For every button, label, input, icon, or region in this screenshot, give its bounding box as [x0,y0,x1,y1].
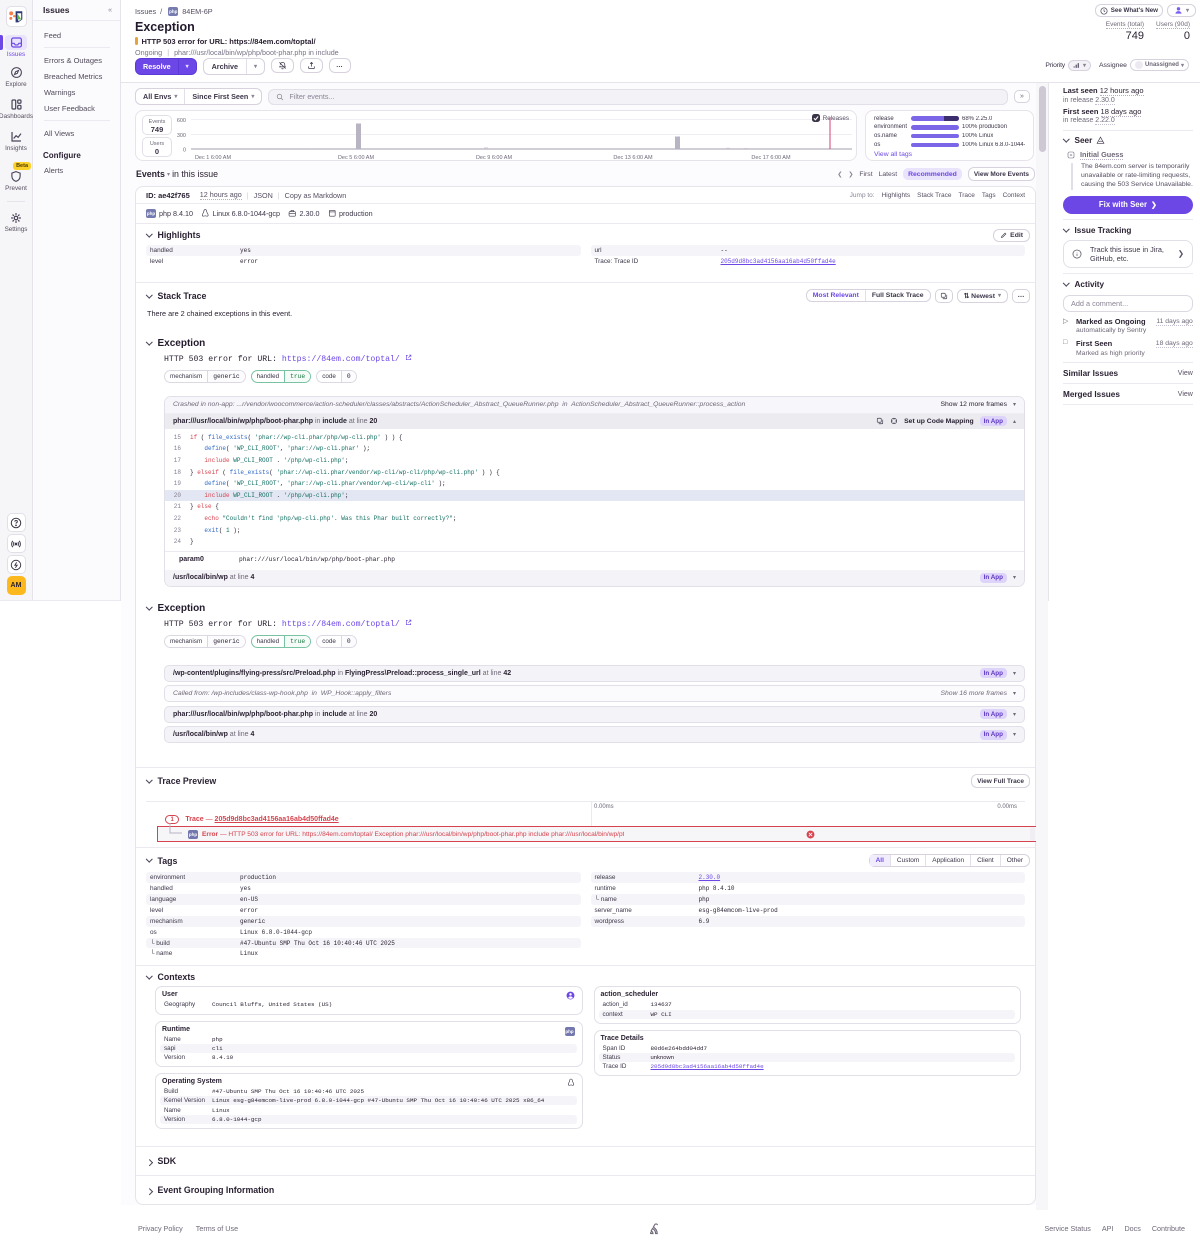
svg-text:Dec 5 6:00 AM: Dec 5 6:00 AM [338,155,374,160]
svg-text:0: 0 [183,148,186,154]
svg-text:300: 300 [177,133,186,139]
svg-text:600: 600 [177,118,186,124]
svg-text:Dec 9 6:00 AM: Dec 9 6:00 AM [476,155,512,160]
svg-text:Dec 13 6:00 AM: Dec 13 6:00 AM [613,155,653,160]
svg-text:Dec 1 6:00 AM: Dec 1 6:00 AM [195,155,231,160]
svg-text:Dec 17 6:00 AM: Dec 17 6:00 AM [751,155,791,160]
